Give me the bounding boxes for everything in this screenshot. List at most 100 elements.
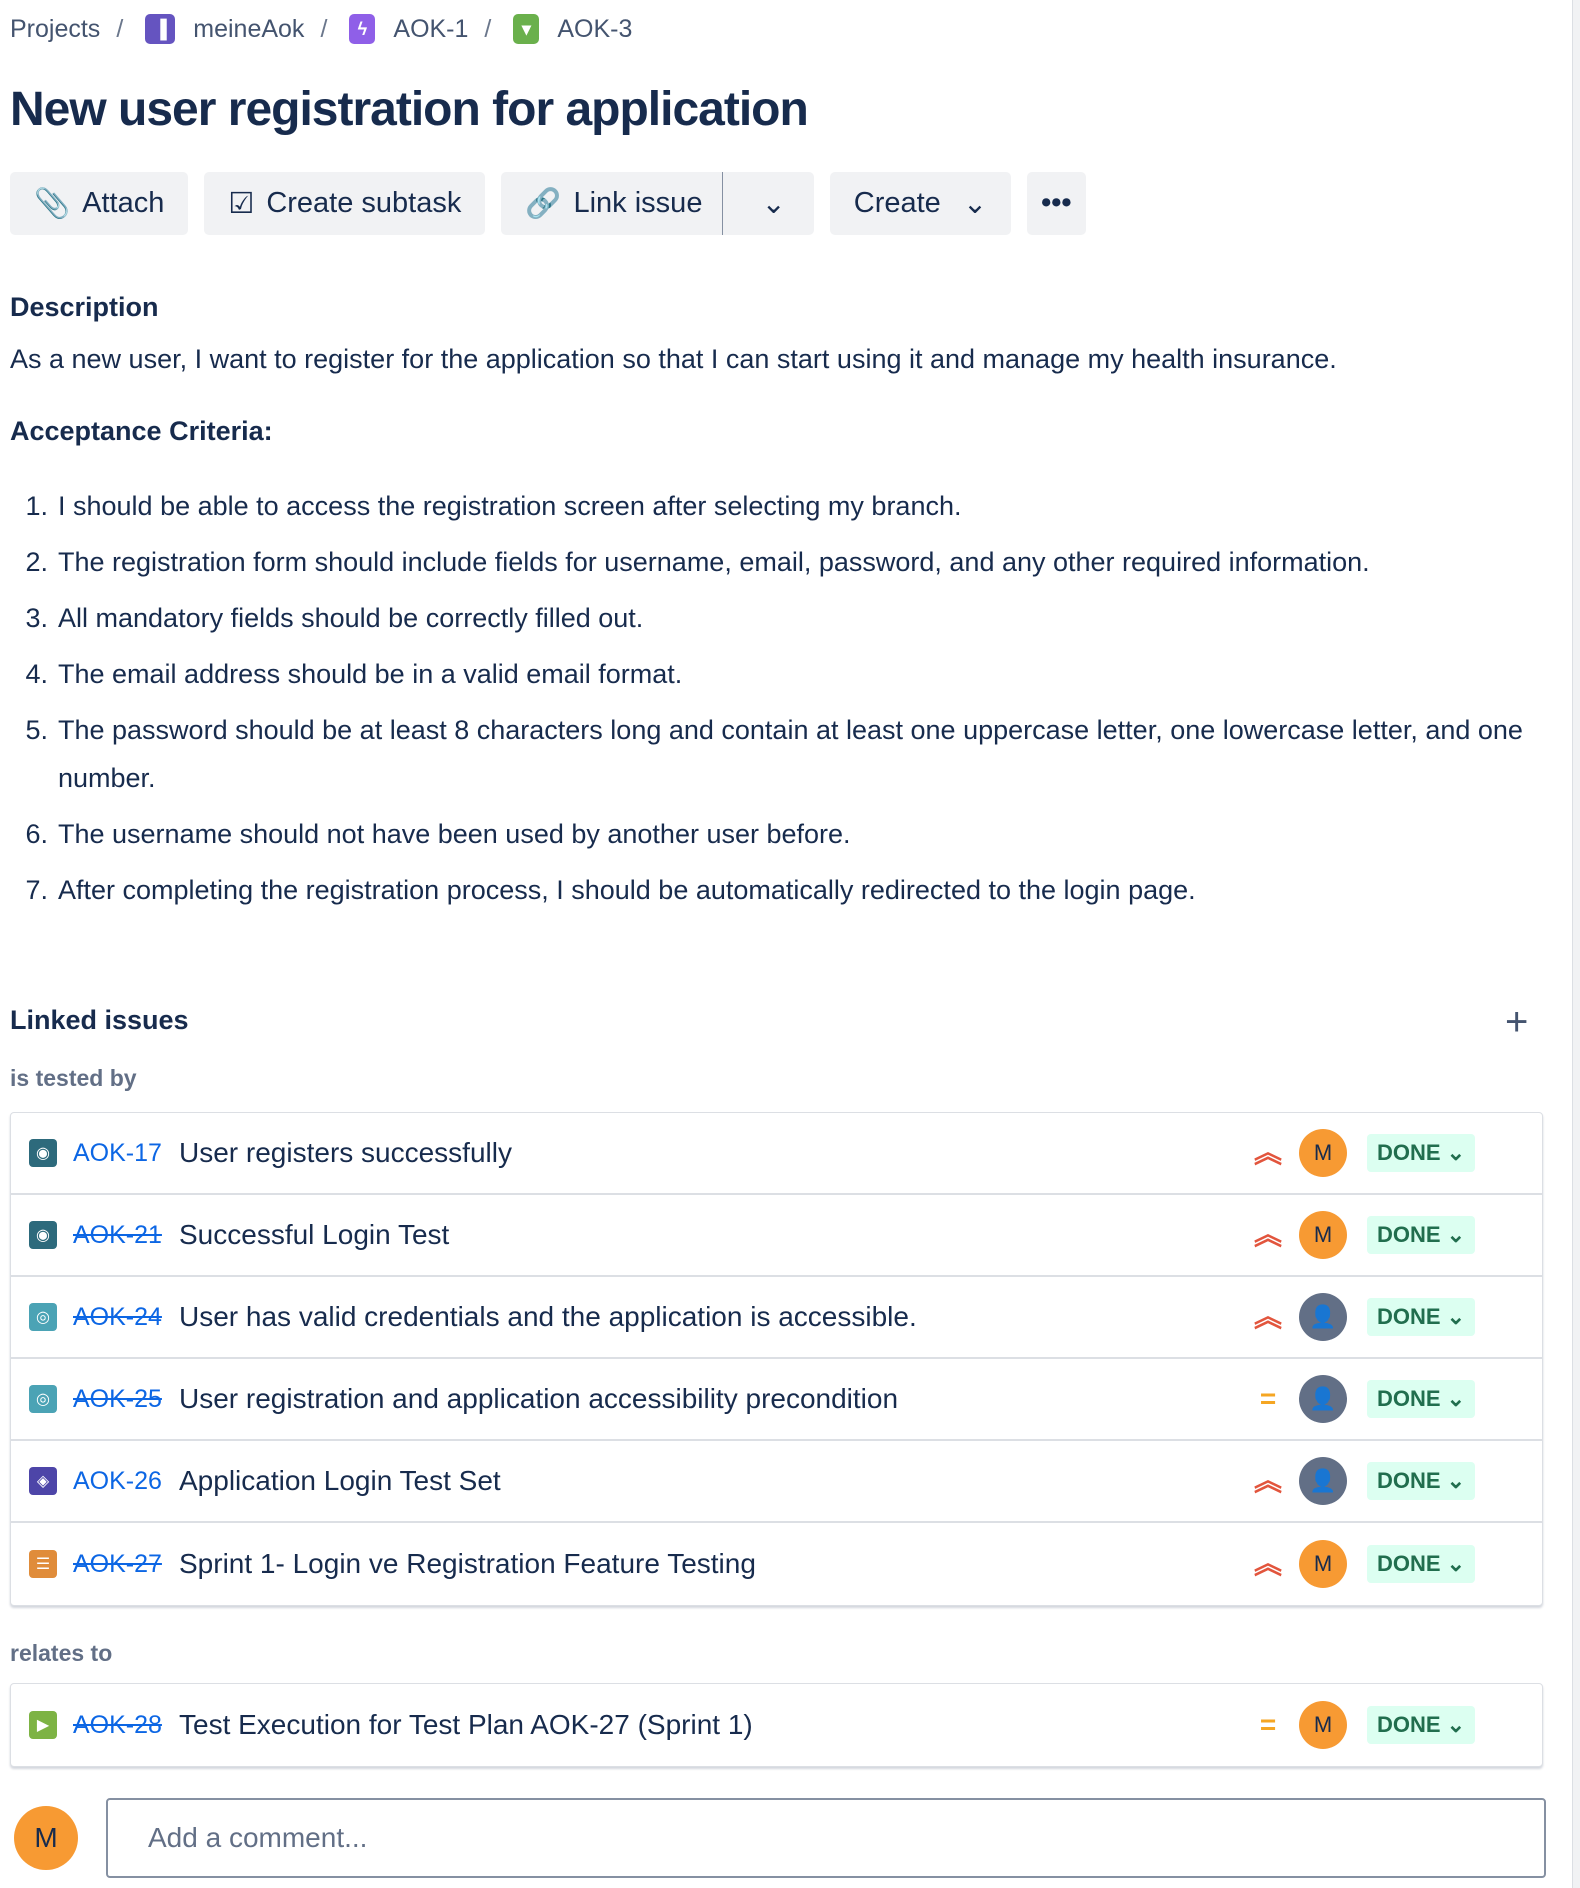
priority-high-icon: ︽ <box>1253 1301 1282 1332</box>
assignee-avatar[interactable]: M <box>1299 1540 1347 1588</box>
issue-summary[interactable]: User registration and application access… <box>179 1383 898 1415</box>
test-icon: ◉ <box>29 1221 57 1249</box>
chevron-down-icon: ⌄ <box>962 188 988 220</box>
separator: / <box>116 14 124 43</box>
item-text: The username should not have been used b… <box>58 819 851 849</box>
status-label: DONE <box>1377 1222 1441 1247</box>
status-label: DONE <box>1377 1386 1441 1411</box>
assignee-avatar[interactable]: M <box>1299 1129 1347 1177</box>
issue-key-link[interactable]: AOK-28 <box>73 1711 179 1740</box>
assignee-avatar[interactable]: M <box>1299 1701 1347 1749</box>
issue-meta: ︽ M DONE ⌄ <box>1251 1129 1476 1177</box>
issue-meta: = M DONE ⌄ <box>1251 1701 1476 1749</box>
status-dropdown[interactable]: DONE ⌄ <box>1367 1380 1476 1418</box>
paperclip-icon: 📎 <box>34 187 71 220</box>
create-button[interactable]: Create ⌄ <box>829 172 1012 235</box>
priority-high-icon: ︽ <box>1253 1465 1282 1496</box>
issue-summary[interactable]: Successful Login Test <box>179 1219 449 1251</box>
item-text: I should be able to access the registrat… <box>58 491 962 521</box>
subtask-icon: ☑ <box>228 188 255 220</box>
precondition-icon: ◎ <box>29 1385 57 1413</box>
status-label: DONE <box>1377 1140 1441 1165</box>
item-text: The email address should be in a valid e… <box>58 659 683 689</box>
link-type-label: relates to <box>10 1640 113 1666</box>
status-dropdown[interactable]: DONE ⌄ <box>1367 1545 1476 1583</box>
avatar: M <box>14 1806 78 1870</box>
issue-key-link[interactable]: AOK-25 <box>73 1385 179 1414</box>
status-label: DONE <box>1377 1551 1441 1576</box>
description-heading: Description <box>10 292 159 322</box>
breadcrumb-issue[interactable]: AOK-3 <box>557 15 632 44</box>
linked-issue-row[interactable]: ◉ AOK-21 Successful Login Test ︽ M DONE ⌄ <box>11 1195 1542 1277</box>
create-subtask-button[interactable]: ☑ Create subtask <box>204 172 486 235</box>
status-dropdown[interactable]: DONE ⌄ <box>1367 1134 1476 1172</box>
divider <box>722 172 724 235</box>
acceptance-heading: Acceptance Criteria: <box>10 416 273 446</box>
attach-button[interactable]: 📎 Attach <box>10 172 189 235</box>
status-dropdown[interactable]: DONE ⌄ <box>1367 1706 1476 1744</box>
item-number: 2. <box>25 547 48 577</box>
issue-key-link[interactable]: AOK-27 <box>73 1550 179 1579</box>
unassigned-avatar-icon[interactable]: 👤 <box>1299 1375 1347 1423</box>
chevron-down-icon[interactable]: ⌄ <box>743 186 803 221</box>
linked-issue-row[interactable]: ◎ AOK-24 User has valid credentials and … <box>11 1277 1542 1359</box>
link-label: Link issue <box>573 187 703 219</box>
linked-issue-row[interactable]: ☰ AOK-27 Sprint 1- Login ve Registration… <box>11 1523 1542 1605</box>
linked-issue-row[interactable]: ◎ AOK-25 User registration and applicati… <box>11 1359 1542 1441</box>
breadcrumb-projects[interactable]: Projects <box>10 15 100 44</box>
linked-issue-row[interactable]: ▶ AOK-28 Test Execution for Test Plan AO… <box>11 1684 1542 1766</box>
status-label: DONE <box>1377 1712 1441 1737</box>
criteria-item: 3. All mandatory fields should be correct… <box>10 594 1530 642</box>
description-text: As a new user, I want to register for th… <box>10 344 1337 374</box>
item-number: 6. <box>25 819 48 849</box>
breadcrumb-epic[interactable]: AOK-1 <box>393 15 468 44</box>
more-button[interactable]: ••• <box>1027 172 1086 235</box>
toolbar: 📎 Attach ☑ Create subtask 🔗 Link issue ⌄ Cre… <box>10 172 1086 235</box>
issue-summary[interactable]: User registers successfully <box>179 1137 512 1169</box>
project-icon: ▐ <box>145 14 176 44</box>
story-icon: ▾ <box>513 14 540 44</box>
test-plan-icon: ☰ <box>29 1550 57 1578</box>
assignee-avatar[interactable]: M <box>1299 1211 1347 1259</box>
item-text: All mandatory fields should be correctly… <box>58 603 644 633</box>
issue-key-link[interactable]: AOK-17 <box>73 1139 179 1168</box>
test-set-icon: ◈ <box>29 1467 57 1495</box>
criteria-item: 5. The password should be at least 8 char… <box>10 706 1530 802</box>
issue-meta: ︽ 👤 DONE ⌄ <box>1251 1457 1476 1505</box>
item-number: 7. <box>25 875 48 905</box>
linked-issues-heading: Linked issues <box>10 1005 189 1035</box>
issue-summary[interactable]: User has valid credentials and the appli… <box>179 1301 917 1333</box>
epic-icon: ϟ <box>349 14 376 44</box>
unassigned-avatar-icon[interactable]: 👤 <box>1299 1293 1347 1341</box>
breadcrumb-project[interactable]: meineAok <box>193 15 304 44</box>
linked-issue-row[interactable]: ◈ AOK-26 Application Login Test Set ︽ 👤 DO… <box>11 1441 1542 1523</box>
priority-medium-icon: = <box>1259 1383 1277 1414</box>
status-dropdown[interactable]: DONE ⌄ <box>1367 1216 1476 1254</box>
issue-summary[interactable]: Sprint 1- Login ve Registration Feature … <box>179 1548 756 1580</box>
priority-high-icon: ︽ <box>1253 1548 1282 1579</box>
issue-key-link[interactable]: AOK-26 <box>73 1467 179 1496</box>
page-title[interactable]: New user registration for application <box>10 82 809 137</box>
add-linked-issue-button[interactable]: + <box>1505 1000 1528 1045</box>
issue-meta: = 👤 DONE ⌄ <box>1251 1375 1476 1423</box>
precondition-icon: ◎ <box>29 1303 57 1331</box>
issue-meta: ︽ M DONE ⌄ <box>1251 1211 1476 1259</box>
comment-input[interactable]: Add a comment... <box>106 1798 1546 1878</box>
item-text: After completing the registration proces… <box>58 875 1196 905</box>
linked-issues-list: ▶ AOK-28 Test Execution for Test Plan AO… <box>10 1683 1543 1767</box>
subtask-label: Create subtask <box>266 187 462 219</box>
unassigned-avatar-icon[interactable]: 👤 <box>1299 1457 1347 1505</box>
criteria-item: 2. The registration form should include f… <box>10 538 1530 586</box>
issue-key-link[interactable]: AOK-21 <box>73 1221 179 1250</box>
status-dropdown[interactable]: DONE ⌄ <box>1367 1462 1476 1500</box>
status-dropdown[interactable]: DONE ⌄ <box>1367 1298 1476 1336</box>
scrollbar[interactable] <box>1572 0 1580 1888</box>
linked-issue-row[interactable]: ◉ AOK-17 User registers successfully ︽ M D… <box>11 1113 1542 1195</box>
link-issue-button[interactable]: 🔗 Link issue ⌄ <box>501 172 814 235</box>
separator: / <box>484 14 492 43</box>
issue-meta: ︽ M DONE ⌄ <box>1251 1540 1476 1588</box>
criteria-item: 4. The email address should be in a valid… <box>10 650 1530 698</box>
issue-key-link[interactable]: AOK-24 <box>73 1303 179 1332</box>
issue-summary[interactable]: Test Execution for Test Plan AOK-27 (Spr… <box>179 1709 753 1741</box>
issue-summary[interactable]: Application Login Test Set <box>179 1465 501 1497</box>
